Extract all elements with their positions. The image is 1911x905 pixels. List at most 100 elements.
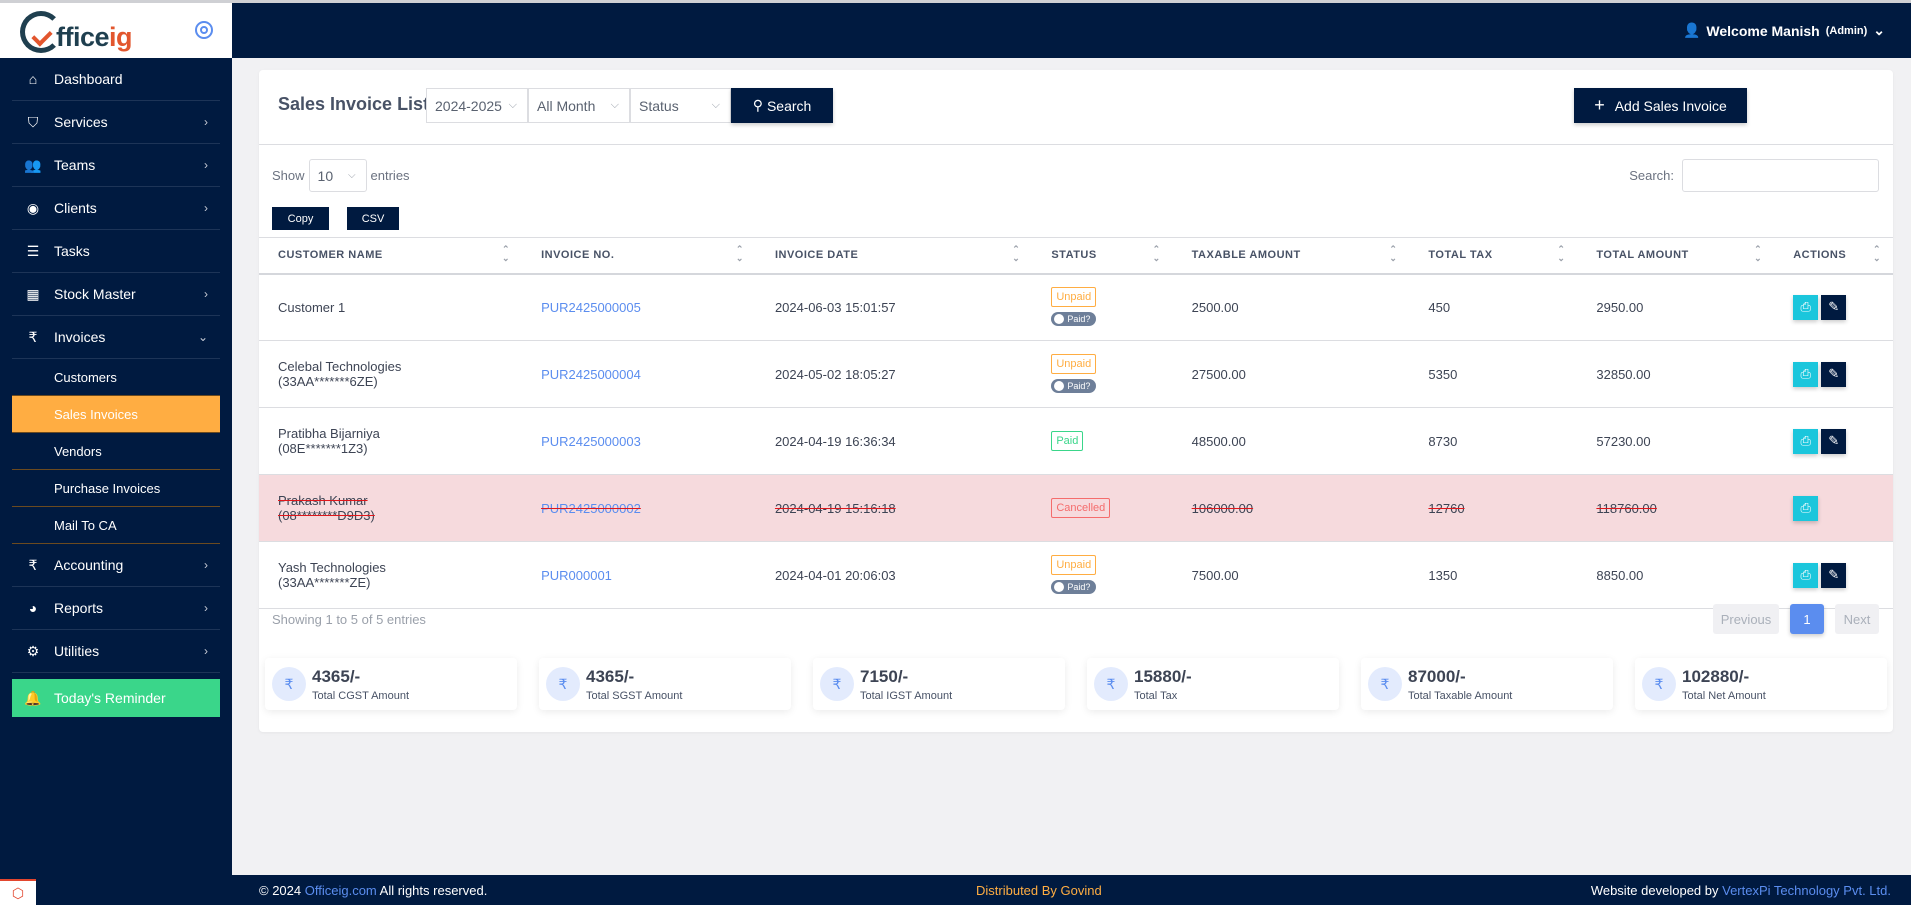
laravel-debug-icon[interactable]: ⬡	[0, 879, 36, 905]
invoice-date: 2024-05-02 18:05:27	[774, 366, 896, 382]
sidebar-item-dashboard[interactable]: ⌂ Dashboard	[12, 58, 220, 101]
previous-page-button[interactable]: Previous	[1713, 604, 1779, 634]
home-icon: ⌂	[28, 71, 38, 87]
chevron-down-icon: ⌵	[610, 99, 619, 111]
page-title: Sales Invoice List	[278, 94, 430, 114]
sidebar: ffice ig ⌂ Dashboard ⛉ Services › 👥 Teams › ◉ Clie…	[0, 0, 232, 905]
column-header-invoice-date[interactable]: INVOICE DATE ⌃ ⌄	[755, 237, 1033, 275]
invoice-link[interactable]: PUR2425000005	[541, 300, 641, 315]
taxable-cell: 7500.00	[1172, 541, 1410, 609]
column-header-total-amount[interactable]: TOTAL AMOUNT ⌃ ⌄	[1577, 237, 1775, 275]
toggle-label: Paid?	[1067, 314, 1091, 325]
table-search-input[interactable]	[1682, 159, 1879, 192]
sidebar-subitem-vendors[interactable]: Vendors	[12, 433, 220, 470]
invoice-link[interactable]: PUR2425000003	[541, 434, 641, 449]
sidebar-subitem-customers[interactable]: Customers	[12, 359, 220, 396]
toggle-knob	[1054, 381, 1065, 391]
sidebar-toggle-icon[interactable]	[195, 21, 213, 39]
total-cell: 8850.00	[1577, 541, 1775, 609]
taxable-amount: 106000.00	[1191, 500, 1254, 516]
status-badge: Unpaid	[1051, 555, 1097, 575]
invoice-link[interactable]: PUR2425000002	[541, 501, 641, 516]
print-button[interactable]: ⎙	[1793, 361, 1819, 387]
sidebar-item-reports[interactable]: ◕ Reports ›	[12, 587, 220, 630]
column-label: INVOICE DATE	[774, 249, 859, 262]
print-icon: ⎙	[1800, 567, 1811, 582]
next-page-button[interactable]: Next	[1835, 604, 1879, 634]
print-button[interactable]: ⎙	[1793, 428, 1819, 454]
search-button[interactable]: ⚲ Search	[731, 88, 833, 123]
invoice-date: 2024-06-03 15:01:57	[774, 299, 896, 315]
site-link[interactable]: Officeig.com	[305, 883, 377, 898]
sidebar-item-clients[interactable]: ◉ Clients ›	[12, 187, 220, 230]
page-1-button[interactable]: 1	[1790, 604, 1824, 634]
table-row: Yash Technologies (33AA*******ZE) PUR00000…	[259, 541, 1893, 609]
sidebar-item-services[interactable]: ⛉ Services ›	[12, 101, 220, 144]
column-header-total-tax[interactable]: TOTAL TAX ⌃ ⌄	[1409, 237, 1578, 275]
sidebar-item-stock-master[interactable]: ▦ Stock Master ›	[12, 273, 220, 316]
column-header-status[interactable]: STATUS ⌃ ⌄	[1032, 237, 1173, 275]
total-amount: 8850.00	[1596, 567, 1644, 583]
developer-link[interactable]: VertexPi Technology Pvt. Ltd.	[1722, 883, 1891, 898]
mark-paid-toggle[interactable]: Paid?	[1051, 580, 1097, 594]
print-button[interactable]: ⎙	[1793, 294, 1819, 320]
total-cell: 57230.00	[1577, 407, 1775, 475]
print-button[interactable]: ⎙	[1793, 495, 1819, 521]
year-select[interactable]: 2024-2025 ⌵	[426, 88, 528, 123]
customer-gst: (08E*******1Z3)	[278, 441, 368, 456]
year-value: 2024-2025	[435, 97, 502, 114]
user-icon: 👤	[1682, 22, 1701, 38]
edit-button[interactable]: ✎	[1821, 361, 1847, 387]
status-cell: Unpaid Paid?	[1032, 273, 1173, 341]
edit-button[interactable]: ✎	[1821, 428, 1847, 454]
mark-paid-toggle[interactable]: Paid?	[1051, 312, 1097, 327]
logo-text-accent: ig	[109, 22, 133, 52]
page-length-select[interactable]: 10 ⌵	[308, 159, 367, 192]
edit-button[interactable]: ✎	[1821, 562, 1847, 588]
sidebar-subitem-sales-invoices[interactable]: Sales Invoices	[12, 396, 220, 433]
total-tax: 8730	[1428, 433, 1458, 449]
sidebar-item-teams[interactable]: 👥 Teams ›	[12, 144, 220, 187]
mark-paid-toggle[interactable]: Paid?	[1051, 379, 1097, 393]
print-icon: ⎙	[1800, 500, 1811, 515]
sidebar-item-tasks[interactable]: ☰ Tasks	[12, 230, 220, 273]
csv-button[interactable]: CSV	[347, 207, 399, 230]
sidebar-subitem-mail-to-ca[interactable]: Mail To CA	[12, 507, 220, 544]
invoice-date: 2024-04-19 15:16:18	[774, 500, 896, 516]
month-select[interactable]: All Month ⌵	[528, 88, 630, 123]
sidebar-item-today-s-reminder[interactable]: 🔔 Today's Reminder	[12, 679, 220, 717]
column-header-invoice-no[interactable]: INVOICE NO. ⌃ ⌄	[522, 237, 756, 275]
entries-label: entries	[370, 168, 410, 183]
taxable-amount: 7500.00	[1191, 567, 1239, 583]
invoice-link[interactable]: PUR2425000004	[541, 367, 641, 382]
month-value: All Month	[537, 97, 596, 114]
column-header-taxable-amount[interactable]: TAXABLE AMOUNT ⌃ ⌄	[1172, 237, 1410, 275]
column-header-actions[interactable]: ACTIONS ⌃ ⌄	[1774, 237, 1893, 275]
invoice-no-cell: PUR2425000005	[522, 273, 756, 341]
sidebar-item-utilities[interactable]: ⚙ Utilities ›	[12, 630, 220, 673]
status-badge: Paid	[1051, 431, 1084, 451]
customer-name: Celebal Technologies	[278, 359, 402, 374]
users-icon: 👥	[24, 156, 42, 173]
sidebar-item-accounting[interactable]: ₹ Accounting ›	[12, 544, 220, 587]
sort-icon: ⌃ ⌄	[1557, 244, 1566, 263]
edit-button[interactable]: ✎	[1821, 294, 1847, 320]
sidebar-subitem-purchase-invoices[interactable]: Purchase Invoices	[12, 470, 220, 507]
tax-cell: 8730	[1409, 407, 1578, 475]
status-select[interactable]: Status ⌵	[630, 88, 731, 123]
sidebar-item-invoices[interactable]: ₹ Invoices ⌄	[12, 316, 220, 359]
copy-button[interactable]: Copy	[272, 207, 329, 230]
status-badge: Unpaid	[1051, 354, 1097, 374]
user-menu[interactable]: 👤 Welcome Manish (Admin) ⌄	[1683, 22, 1885, 39]
sidebar-nav: ⌂ Dashboard ⛉ Services › 👥 Teams › ◉ Clients › ☰ Tas…	[0, 58, 232, 717]
column-label: STATUS	[1051, 249, 1097, 262]
search-button-label: Search	[766, 97, 812, 114]
edit-icon: ✎	[1828, 299, 1840, 315]
sort-icon: ⌃ ⌄	[1152, 244, 1161, 263]
officeig-logo[interactable]: ffice ig	[20, 11, 133, 53]
column-header-customer-name[interactable]: CUSTOMER NAME ⌃ ⌄	[259, 237, 523, 275]
status-value: Status	[639, 97, 679, 114]
invoice-link[interactable]: PUR000001	[541, 568, 612, 583]
print-button[interactable]: ⎙	[1793, 562, 1819, 588]
add-sales-invoice-button[interactable]: + Add Sales Invoice	[1574, 88, 1747, 123]
